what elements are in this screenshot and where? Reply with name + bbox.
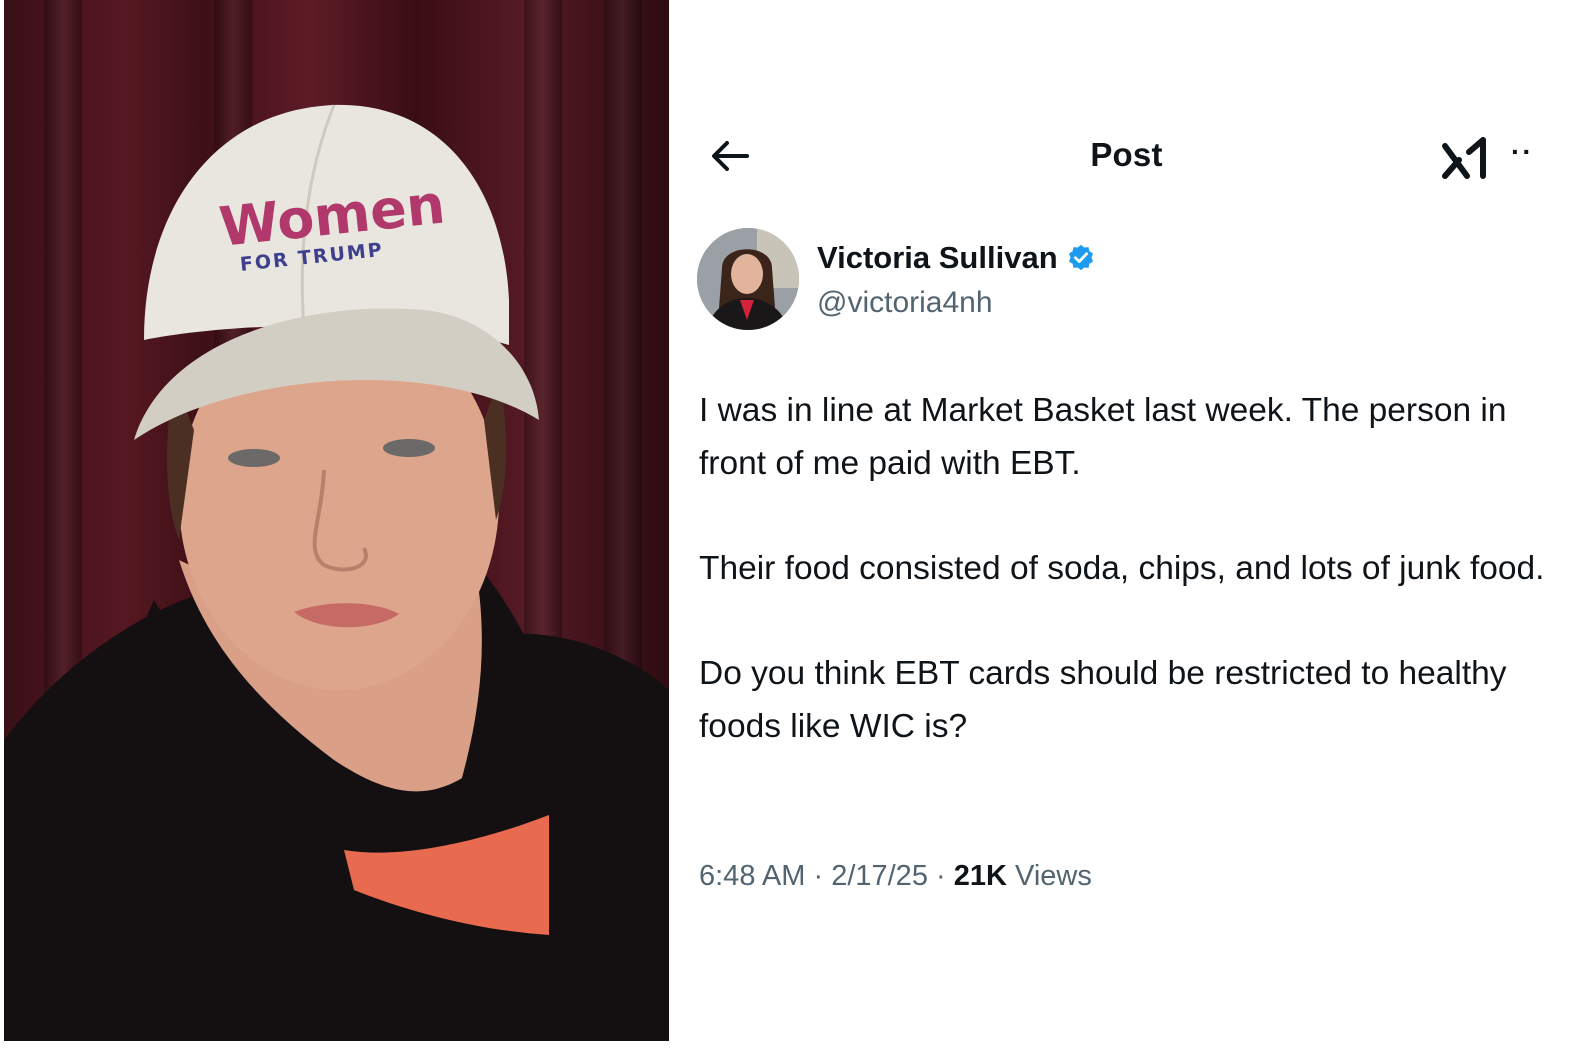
grok-button[interactable]: [1439, 132, 1491, 184]
meta-separator: ·: [805, 860, 832, 892]
avatar[interactable]: [697, 228, 799, 330]
author-name-row[interactable]: Victoria Sullivan: [817, 240, 1096, 276]
author-handle[interactable]: @victoria4nh: [817, 286, 993, 320]
top-bar: Post ··: [669, 120, 1584, 190]
author-name: Victoria Sullivan: [817, 240, 1058, 275]
tweet-paragraph: Do you think EBT cards should be restric…: [699, 655, 1507, 745]
verified-badge-icon: [1068, 244, 1093, 271]
tweet-time[interactable]: 6:48 AM: [699, 860, 805, 892]
person-illustration: Women FOR TRUMP: [4, 104, 669, 1041]
tweet-date[interactable]: 2/17/25: [831, 860, 928, 892]
meta-separator: ·: [927, 860, 954, 892]
profile-photo: Women FOR TRUMP: [4, 0, 669, 1041]
more-options-button[interactable]: ··: [1511, 138, 1551, 172]
grok-icon: [1442, 137, 1486, 179]
tweet-meta: 6:48 AM · 2/17/25 · 21K Views: [699, 860, 1092, 893]
post-view: Post ·· Victoria Sullivan @victoria4nh I…: [669, 0, 1584, 1048]
author-header: Victoria Sullivan @victoria4nh: [697, 228, 1297, 332]
views-count[interactable]: 21K: [954, 860, 1007, 892]
views-label: Views: [1006, 860, 1092, 892]
tweet-paragraph: I was in line at Market Basket last week…: [699, 392, 1507, 482]
tweet-paragraph: Their food consisted of soda, chips, and…: [699, 550, 1545, 587]
tweet-body: I was in line at Market Basket last week…: [699, 384, 1559, 753]
avatar-image: [697, 228, 799, 330]
